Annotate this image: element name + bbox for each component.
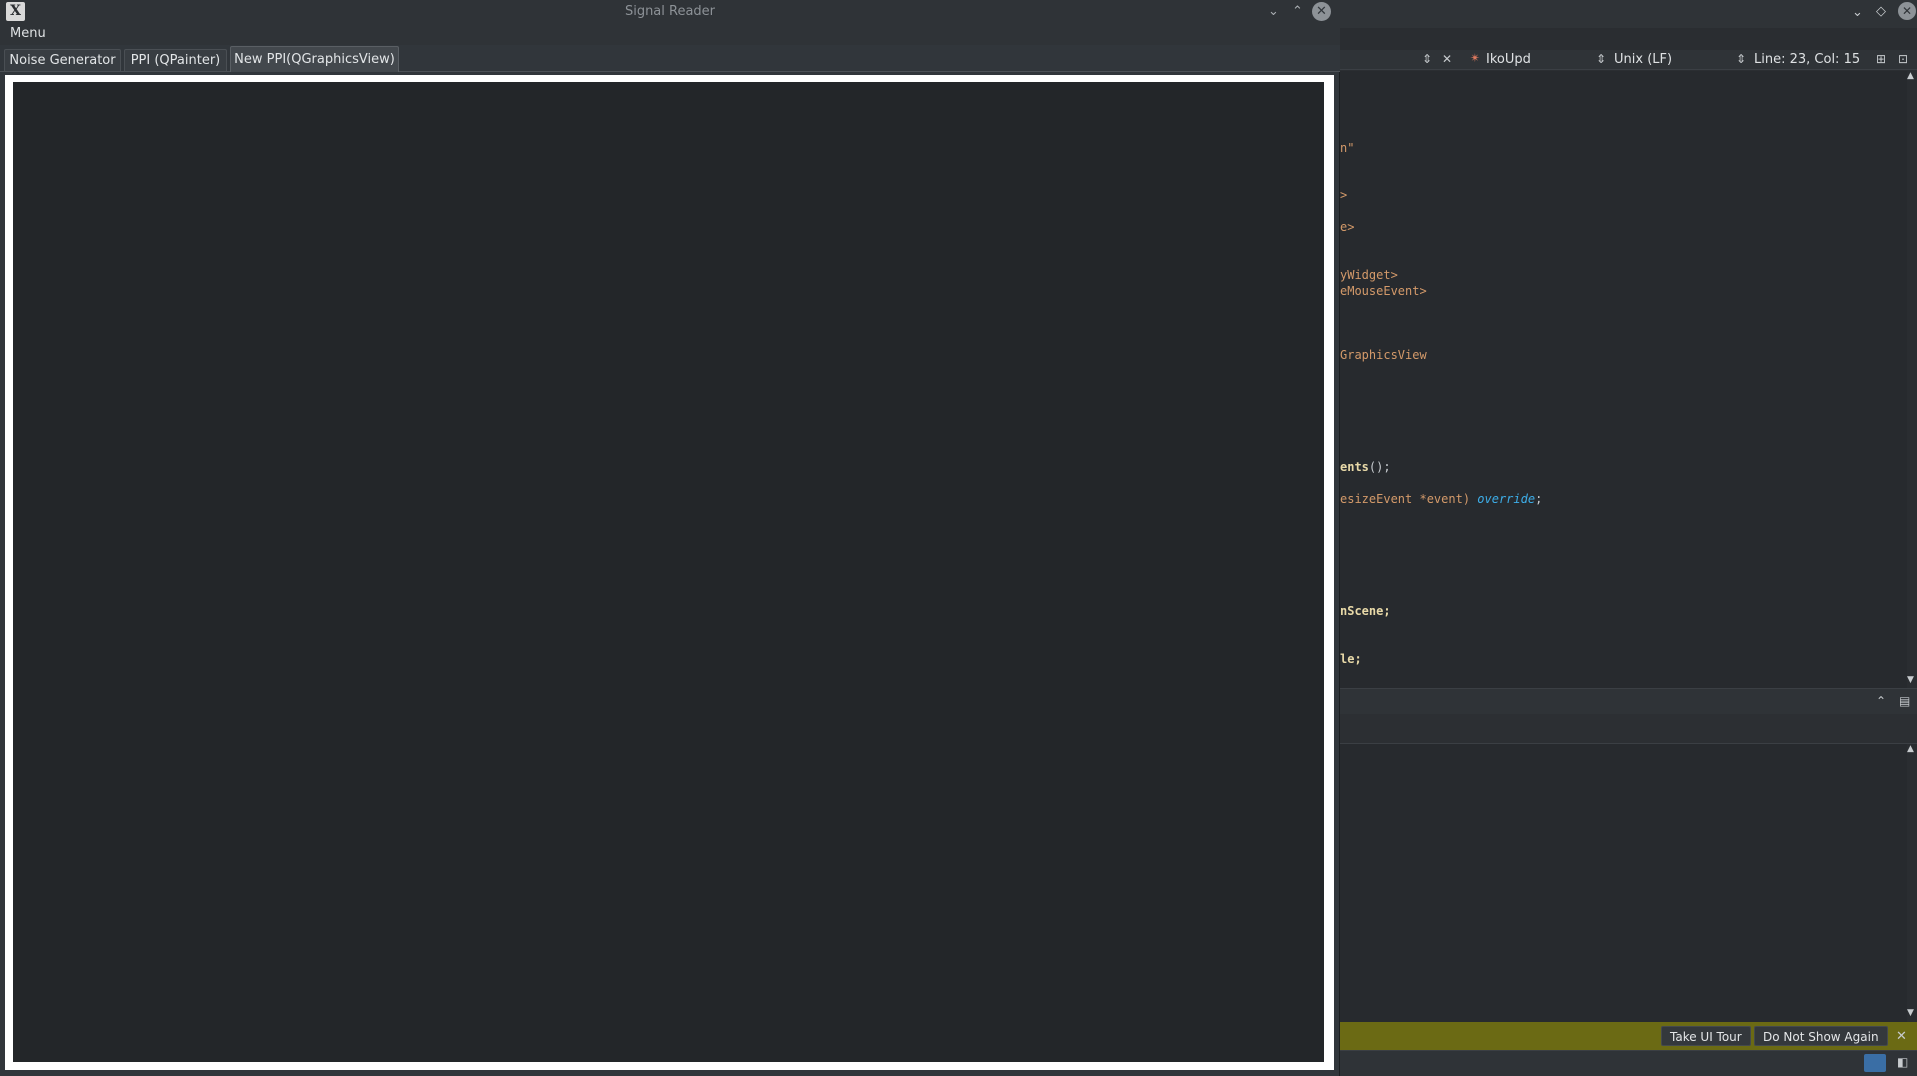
tab-noise-generator[interactable]: Noise Generator bbox=[4, 49, 121, 71]
code-fragment: n" bbox=[1340, 141, 1355, 155]
code-fragment: GraphicsView bbox=[1340, 348, 1427, 362]
editor-scrollbar[interactable] bbox=[1907, 71, 1917, 688]
split-icon[interactable]: ⊞ bbox=[1876, 52, 1886, 66]
code-fragment: esizeEvent *event) bbox=[1340, 492, 1478, 506]
code-fragment: nScene; bbox=[1340, 604, 1391, 618]
output-pane[interactable] bbox=[1340, 744, 1907, 1022]
menu-item[interactable]: Menu bbox=[10, 23, 46, 45]
code-line: n" bbox=[1340, 141, 1354, 155]
window-title: Signal Reader bbox=[624, 4, 716, 19]
code-fragment: e> bbox=[1340, 220, 1355, 234]
combo-arrows-icon[interactable]: ⇕ bbox=[1422, 52, 1432, 66]
toggle-sidebar-icon[interactable]: ◧ bbox=[1897, 1055, 1908, 1069]
code-line: ents(); bbox=[1340, 460, 1391, 474]
symbol-icon: ✴ bbox=[1470, 51, 1481, 65]
code-line: yWidget> bbox=[1340, 268, 1398, 282]
code-fragment: > bbox=[1340, 188, 1348, 202]
line-endings-arrows-icon[interactable]: ⇕ bbox=[1736, 52, 1746, 66]
code-keyword: override bbox=[1477, 492, 1536, 506]
notification-icon[interactable] bbox=[1864, 1054, 1886, 1072]
maximize-icon[interactable]: ⌃ bbox=[1288, 2, 1307, 21]
code-line: le; bbox=[1340, 652, 1362, 666]
code-line: e> bbox=[1340, 220, 1354, 234]
ide-minimize-icon[interactable]: ⌄ bbox=[1852, 5, 1863, 20]
code-line: eMouseEvent> bbox=[1340, 284, 1427, 298]
output-panel-header bbox=[1340, 688, 1917, 714]
app-logo-icon: X bbox=[6, 2, 25, 21]
graphics-view-canvas[interactable] bbox=[13, 82, 1324, 1062]
code-fragment: ; bbox=[1535, 492, 1543, 506]
tab-ppi-qpainter[interactable]: PPI (QPainter) bbox=[124, 49, 227, 71]
code-line: GraphicsView bbox=[1340, 348, 1427, 362]
scroll-up-icon[interactable]: ▲ bbox=[1907, 71, 1914, 81]
ide-statusbar bbox=[1340, 1050, 1917, 1076]
close-split-icon[interactable]: ⊡ bbox=[1898, 52, 1908, 66]
code-fragment: eMouseEvent> bbox=[1340, 284, 1427, 298]
code-line: > bbox=[1340, 188, 1347, 202]
output-scrollbar[interactable] bbox=[1907, 744, 1917, 1022]
scroll-down-icon[interactable]: ▼ bbox=[1907, 675, 1914, 685]
code-line: esizeEvent *event) override; bbox=[1340, 492, 1542, 506]
code-fragment: yWidget> bbox=[1340, 268, 1398, 282]
symbol-combo-arrows-icon[interactable]: ⇕ bbox=[1596, 52, 1606, 66]
ide-close-icon[interactable]: ✕ bbox=[1898, 2, 1916, 20]
close-icon[interactable]: ✕ bbox=[1312, 2, 1331, 21]
infobar-close-icon[interactable]: ✕ bbox=[1896, 1029, 1907, 1044]
code-fragment: ents bbox=[1340, 460, 1369, 474]
cursor-position[interactable]: Line: 23, Col: 15 bbox=[1754, 52, 1860, 67]
code-editor[interactable] bbox=[1340, 71, 1907, 688]
symbol-combo[interactable]: IkoUpd bbox=[1486, 52, 1531, 67]
close-document-icon[interactable]: ✕ bbox=[1442, 52, 1452, 66]
app-menubar bbox=[0, 23, 1340, 45]
do-not-show-again-button[interactable]: Do Not Show Again bbox=[1754, 1026, 1888, 1046]
line-endings-combo[interactable]: Unix (LF) bbox=[1614, 52, 1672, 67]
take-ui-tour-button[interactable]: Take UI Tour bbox=[1661, 1026, 1751, 1046]
code-fragment: le; bbox=[1340, 652, 1362, 666]
output-panel-toolbar bbox=[1340, 714, 1917, 744]
collapse-panel-icon[interactable]: ⌃ bbox=[1876, 694, 1886, 708]
minimize-icon[interactable]: ⌄ bbox=[1264, 2, 1283, 21]
output-scroll-down-icon[interactable]: ▼ bbox=[1907, 1008, 1914, 1018]
tab-new-ppi-qgraphicsview[interactable]: New PPI(QGraphicsView) bbox=[230, 46, 399, 72]
maximize-panel-icon[interactable]: ▤ bbox=[1899, 694, 1910, 708]
code-line: nScene; bbox=[1340, 604, 1391, 618]
ide-restore-icon[interactable]: ◇ bbox=[1876, 4, 1886, 19]
output-scroll-up-icon[interactable]: ▲ bbox=[1907, 744, 1914, 754]
code-fragment: (); bbox=[1368, 460, 1391, 474]
